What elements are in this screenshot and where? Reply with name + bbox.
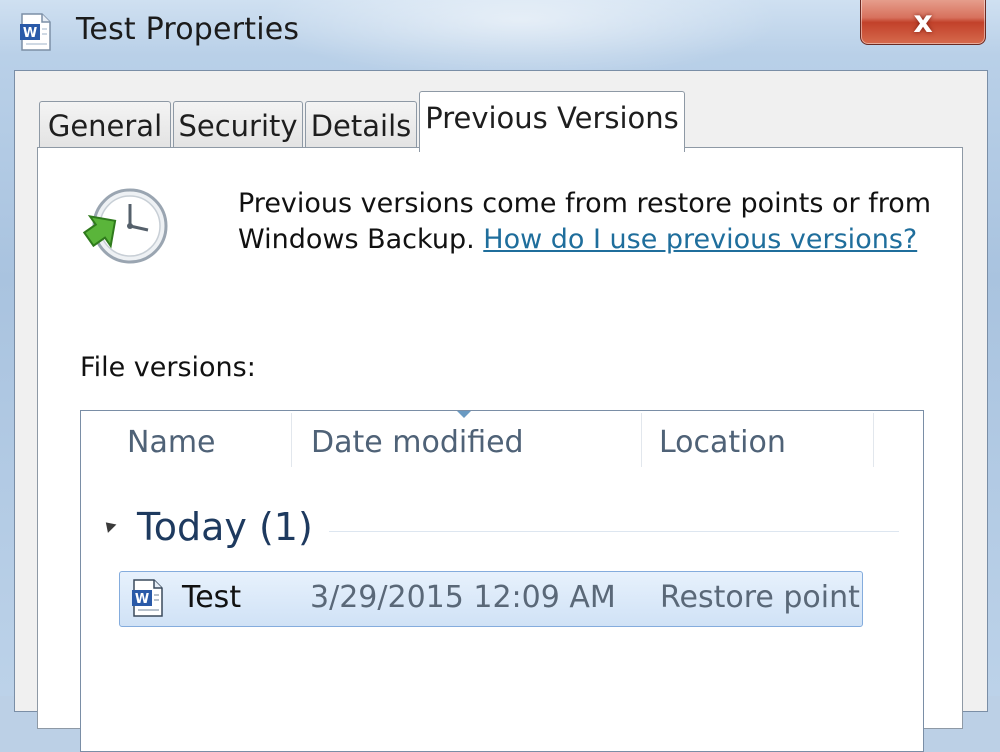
file-versions-label: File versions: (80, 352, 256, 383)
word-document-icon: W (20, 13, 51, 51)
group-divider-line (329, 531, 899, 532)
column-header-location[interactable]: Location (659, 425, 786, 460)
column-divider[interactable] (291, 413, 292, 467)
tab-previous-versions-label: Previous Versions (425, 101, 679, 135)
tab-security-label: Security (178, 109, 298, 143)
tab-previous-versions[interactable]: Previous Versions (419, 91, 685, 152)
group-header-today[interactable]: Today (1) (137, 505, 313, 549)
tab-general-label: General (47, 109, 163, 143)
close-icon: x (913, 4, 933, 40)
close-button[interactable]: x (860, 0, 986, 45)
svg-text:W: W (135, 592, 149, 607)
row-location: Restore point (660, 580, 860, 615)
window-frame: W Test Properties x General Security Det… (0, 0, 1000, 752)
tab-general[interactable]: General (39, 101, 171, 150)
group-collapse-arrow-icon[interactable] (101, 518, 117, 533)
tab-security[interactable]: Security (173, 101, 303, 150)
title-bar[interactable]: W Test Properties x (0, 0, 1000, 70)
word-document-icon: W (132, 579, 163, 617)
tab-details-label: Details (310, 109, 412, 143)
previous-versions-panel: Previous versions come from restore poin… (37, 147, 963, 752)
window-title: Test Properties (76, 12, 300, 47)
file-versions-list[interactable]: Name Date modified Location Today (1) W (80, 410, 924, 752)
row-name: Test (182, 580, 242, 615)
dialog-client: General Security Details Previous Versio… (14, 70, 988, 752)
sort-indicator-icon (457, 411, 471, 418)
tab-details[interactable]: Details (305, 101, 417, 150)
column-header-date-modified[interactable]: Date modified (311, 425, 524, 460)
column-divider[interactable] (873, 413, 874, 467)
list-item[interactable]: W Test 3/29/2015 12:09 AM Restore point (119, 571, 863, 627)
column-header-name[interactable]: Name (127, 425, 216, 460)
svg-text:W: W (23, 26, 37, 41)
info-text: Previous versions come from restore poin… (238, 186, 938, 258)
row-date-modified: 3/29/2015 12:09 AM (310, 580, 616, 615)
column-divider[interactable] (641, 413, 642, 467)
help-link[interactable]: How do I use previous versions? (483, 224, 917, 255)
restore-clock-icon (82, 188, 168, 264)
